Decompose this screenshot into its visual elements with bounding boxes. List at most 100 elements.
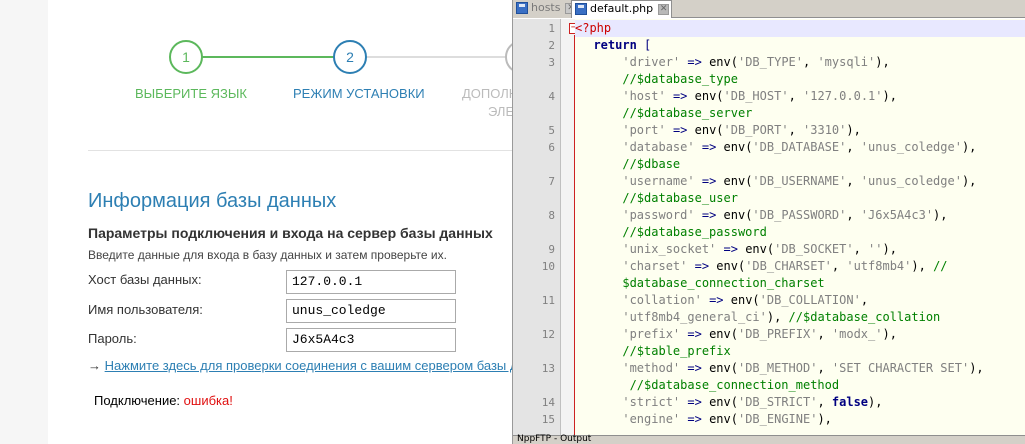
code-token: => bbox=[701, 208, 717, 222]
code-line: //$database_connection_method bbox=[579, 377, 840, 394]
db-user-input[interactable]: unus_coledge bbox=[286, 299, 456, 323]
step-3-label[interactable]: ДОПОЛН bbox=[462, 86, 518, 101]
step-2-circle[interactable]: 2 bbox=[333, 40, 367, 74]
line-number: 9 bbox=[548, 243, 555, 256]
code-token: env( bbox=[737, 242, 775, 256]
code-token: 'password' bbox=[622, 208, 695, 222]
code-line: 'host' => env('DB_HOST', '127.0.0.1'), bbox=[579, 88, 897, 105]
line-number: 4 bbox=[548, 90, 555, 103]
line-number: 1 bbox=[548, 22, 555, 35]
line-number: 12 bbox=[541, 328, 555, 341]
step-2-label[interactable]: РЕЖИМ УСТАНОВКИ bbox=[293, 86, 425, 101]
code-line: //$database_password bbox=[579, 224, 767, 241]
code-line: 'username' => env('DB_USERNAME', 'unus_c… bbox=[579, 173, 976, 190]
code-token: ), bbox=[969, 361, 984, 375]
line-number: 10 bbox=[541, 260, 555, 273]
code-token: <?php bbox=[575, 21, 612, 35]
code-token: 'DB_TYPE' bbox=[737, 55, 803, 69]
code-token: , bbox=[817, 327, 832, 341]
code-token: ), bbox=[961, 174, 977, 188]
code-token: [ bbox=[644, 38, 652, 52]
code-token: env( bbox=[701, 55, 738, 69]
code-token: env( bbox=[687, 89, 724, 103]
step-3-label-line2[interactable]: ЭЛЕ bbox=[488, 104, 514, 119]
code-token: ), bbox=[961, 140, 977, 154]
code-token: , bbox=[846, 208, 861, 222]
code-token: ), bbox=[882, 242, 897, 256]
db-host-input[interactable]: 127.0.0.1 bbox=[286, 270, 456, 294]
code-token: , bbox=[831, 259, 847, 273]
code-line: //$database_user bbox=[579, 190, 738, 207]
tab-default-php[interactable]: default.php ✕ bbox=[571, 0, 673, 18]
line-number: 6 bbox=[548, 141, 555, 154]
step-1-label[interactable]: ВЫБЕРИТЕ ЯЗЫК bbox=[135, 86, 247, 101]
tab-hosts[interactable]: hosts ✕ bbox=[513, 0, 579, 18]
db-password-input[interactable]: J6x5A4c3 bbox=[286, 328, 456, 352]
step-1-circle[interactable]: 1 bbox=[169, 40, 203, 74]
code-token: => bbox=[687, 412, 702, 426]
code-editor-window: hosts ✕ default.php ✕ 123456789101112131… bbox=[512, 0, 1025, 444]
code-token: => bbox=[687, 55, 702, 69]
code-token: env( bbox=[716, 208, 753, 222]
code-token: //$database_password bbox=[622, 225, 767, 239]
code-token: '127.0.0.1' bbox=[803, 89, 883, 103]
code-token: 'engine' bbox=[622, 412, 681, 426]
code-token: 'DB_METHOD' bbox=[737, 361, 818, 375]
code-text-area[interactable]: <?php return [ 'driver' => env('DB_TYPE'… bbox=[575, 19, 1025, 435]
code-token: //$database_server bbox=[622, 106, 753, 120]
close-icon[interactable]: ✕ bbox=[658, 4, 670, 15]
output-panel-bar[interactable]: NppFTP - Output bbox=[513, 434, 1025, 444]
code-token: env( bbox=[701, 361, 738, 375]
code-token: 'database' bbox=[622, 140, 695, 154]
code-token: 'DB_PREFIX' bbox=[737, 327, 818, 341]
line-number: 11 bbox=[541, 294, 555, 307]
code-token: $database_connection_charset bbox=[622, 276, 825, 290]
code-token: ), bbox=[766, 310, 789, 324]
code-line: 'method' => env('DB_METHOD', 'SET CHARAC… bbox=[579, 360, 984, 377]
tab-default-php-label: default.php bbox=[590, 2, 654, 15]
code-token: env( bbox=[723, 293, 760, 307]
code-token: 'utf8mb4_general_ci' bbox=[622, 310, 767, 324]
step-connector-pending bbox=[366, 56, 506, 58]
code-token: 'collation' bbox=[622, 293, 702, 307]
code-line: 'unix_socket' => env('DB_SOCKET', ''), bbox=[579, 241, 897, 258]
check-connection-link[interactable]: Нажмите здесь для проверки соединения с … bbox=[105, 358, 532, 373]
code-line: 'strict' => env('DB_STRICT', false), bbox=[579, 394, 882, 411]
section-subtitle: Параметры подключения и входа на сервер … bbox=[88, 225, 493, 241]
editor-tab-bar: hosts ✕ default.php ✕ bbox=[513, 0, 1025, 18]
code-token: 'unix_socket' bbox=[622, 242, 717, 256]
line-number: 2 bbox=[548, 39, 555, 52]
code-token: , bbox=[817, 361, 832, 375]
section-divider bbox=[88, 150, 528, 151]
check-connection-row: → Нажмите здесь для проверки соединения … bbox=[88, 358, 532, 373]
code-token: ), bbox=[875, 55, 890, 69]
fold-margin bbox=[561, 19, 575, 435]
line-number: 13 bbox=[541, 362, 555, 375]
connection-status-label: Подключение: bbox=[94, 393, 181, 408]
line-number-gutter: 1 2 3 4 5 6 7 8 9 10 11 12 13 14 15 bbox=[513, 19, 561, 435]
arrow-right-icon: → bbox=[88, 358, 101, 373]
code-token: 'utf8mb4' bbox=[846, 259, 912, 273]
code-token: //$dbase bbox=[622, 157, 681, 171]
section-description: Введите данные для входа в базу данных и… bbox=[88, 248, 447, 262]
code-token: 'host' bbox=[622, 89, 666, 103]
code-token: 'driver' bbox=[622, 55, 681, 69]
line-number: 3 bbox=[548, 56, 555, 69]
installer-page: 1 2 ВЫБЕРИТЕ ЯЗЫК РЕЖИМ УСТАНОВКИ ДОПОЛН… bbox=[0, 0, 539, 444]
code-token: ), bbox=[933, 208, 948, 222]
code-token: 'charset' bbox=[622, 259, 688, 273]
code-token: //$database_connection_method bbox=[629, 378, 840, 392]
